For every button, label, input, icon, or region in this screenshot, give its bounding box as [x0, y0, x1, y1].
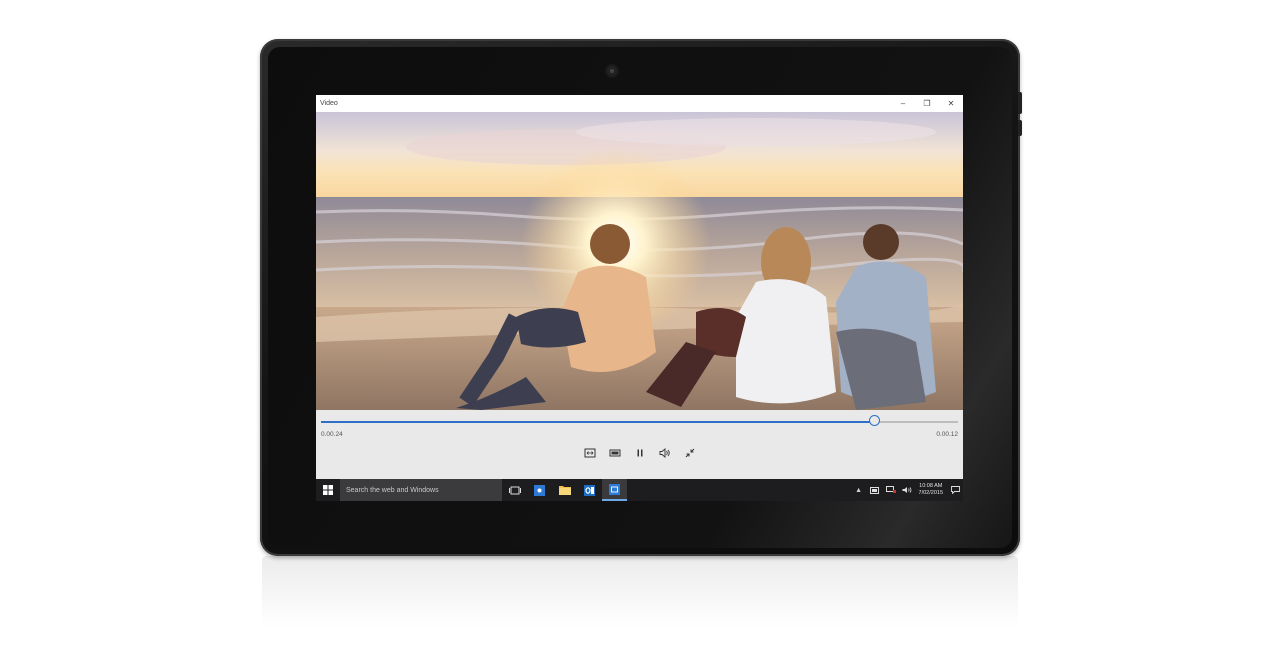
- cast-icon[interactable]: [581, 444, 598, 461]
- windows-taskbar: Search the web and Windows ▲ 10:08 AM 7/…: [316, 479, 963, 501]
- pause-icon[interactable]: [631, 444, 648, 461]
- window-title: Video: [320, 100, 338, 107]
- window-titlebar: Video – ❐ ✕: [316, 95, 963, 112]
- system-tray: ▲ 10:08 AM 7/02/2015: [851, 479, 963, 501]
- clock-date: 7/02/2015: [918, 490, 943, 496]
- front-camera: [607, 66, 617, 76]
- beach-sunset-image: [316, 112, 963, 410]
- task-view-icon[interactable]: [502, 479, 527, 501]
- network-icon[interactable]: [883, 479, 899, 501]
- store-icon[interactable]: [527, 479, 552, 501]
- video-frame[interactable]: [316, 112, 963, 410]
- file-explorer-icon[interactable]: [552, 479, 577, 501]
- player-controls: 0.00.24 0.00.12: [316, 410, 963, 479]
- elapsed-time: 0.00.24: [321, 431, 343, 438]
- outlook-icon[interactable]: [577, 479, 602, 501]
- taskbar-clock[interactable]: 10:08 AM 7/02/2015: [915, 483, 947, 497]
- action-center-icon[interactable]: [947, 479, 963, 501]
- power-button: [1018, 92, 1022, 114]
- volume-button: [1018, 120, 1022, 136]
- restore-button[interactable]: ❐: [915, 95, 939, 112]
- volume-icon[interactable]: [656, 444, 673, 461]
- exit-fullscreen-icon[interactable]: [681, 444, 698, 461]
- seek-bar[interactable]: [321, 415, 958, 426]
- remaining-time: 0.00.12: [936, 431, 958, 438]
- close-button[interactable]: ✕: [939, 95, 963, 112]
- clock-time: 10:08 AM: [919, 483, 943, 489]
- seek-progress: [321, 421, 876, 423]
- minimize-button[interactable]: –: [891, 95, 915, 112]
- screen: Video – ❐ ✕ 0.00.24 0.00.12 Search the w…: [316, 95, 963, 501]
- windows-logo-icon: [323, 485, 333, 495]
- seek-thumb[interactable]: [869, 415, 881, 426]
- video-app-icon[interactable]: [602, 479, 627, 501]
- playback-buttons: [581, 444, 698, 461]
- speaker-icon[interactable]: [899, 479, 915, 501]
- taskbar-search-box[interactable]: Search the web and Windows: [340, 479, 502, 501]
- show-hidden-icons[interactable]: ▲: [851, 479, 867, 501]
- tablet-reflection: [262, 556, 1018, 636]
- start-button[interactable]: [316, 479, 340, 501]
- battery-icon[interactable]: [867, 479, 883, 501]
- aspect-ratio-icon[interactable]: [606, 444, 623, 461]
